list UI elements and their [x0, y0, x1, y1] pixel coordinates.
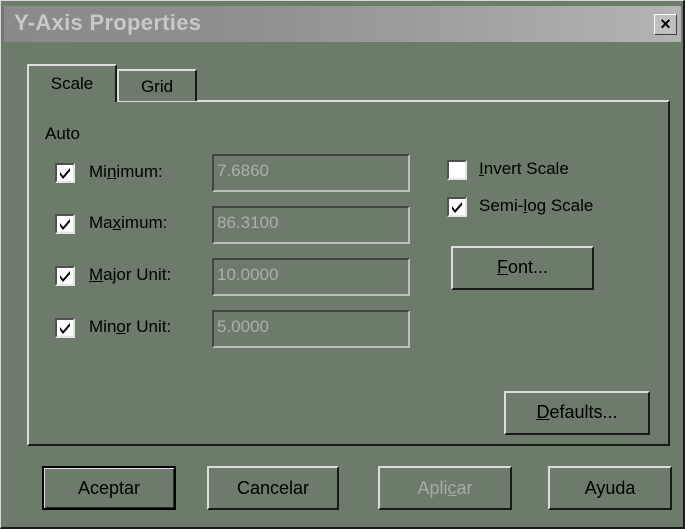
y-axis-properties-dialog: Y-Axis Properties × Scale Grid Auto Mini…: [0, 0, 685, 529]
major-unit-label: Major Unit:: [89, 265, 172, 284]
apply-button[interactable]: Aplicar: [378, 466, 512, 510]
window-title: Y-Axis Properties: [14, 10, 202, 35]
font-button[interactable]: Font...: [451, 246, 594, 290]
invert-scale-label: Invert Scale: [479, 159, 569, 178]
minor-unit-input[interactable]: 5.0000: [212, 310, 410, 348]
accept-button[interactable]: Aceptar: [42, 466, 176, 510]
major-unit-input[interactable]: 10.0000: [212, 258, 410, 296]
tab-scale[interactable]: Scale: [27, 64, 117, 102]
checkmark-icon: [60, 219, 70, 230]
close-button[interactable]: ×: [654, 14, 677, 35]
major-unit-auto-checkbox[interactable]: [55, 266, 75, 286]
semilog-scale-checkbox[interactable]: [447, 197, 467, 217]
minimum-label: Minimum:: [89, 162, 163, 181]
active-tab-joiner: [29, 100, 115, 103]
title-bar[interactable]: Y-Axis Properties ×: [4, 6, 681, 42]
tab-grid[interactable]: Grid: [117, 69, 197, 101]
minimum-auto-checkbox[interactable]: [55, 163, 75, 183]
tab-scale-label: Scale: [50, 74, 94, 93]
tab-grid-label: Grid: [140, 77, 174, 96]
checkmark-icon: [60, 323, 70, 334]
invert-scale-checkbox[interactable]: [447, 160, 467, 180]
checkmark-icon: [452, 202, 462, 213]
auto-label: Auto: [45, 124, 80, 143]
maximum-label: Maximum:: [89, 213, 168, 232]
cancel-button[interactable]: Cancelar: [207, 466, 339, 510]
minimum-input[interactable]: 7.6860: [212, 154, 410, 192]
checkmark-icon: [60, 271, 70, 282]
maximum-input[interactable]: 86.3100: [212, 206, 410, 244]
maximum-auto-checkbox[interactable]: [55, 214, 75, 234]
minor-unit-label: Minor Unit:: [89, 317, 172, 336]
defaults-button[interactable]: Defaults...: [504, 391, 650, 435]
help-button[interactable]: Ayuda: [548, 466, 672, 510]
close-icon: ×: [660, 14, 671, 34]
semilog-scale-label: Semi-log Scale: [479, 196, 594, 215]
minor-unit-auto-checkbox[interactable]: [55, 318, 75, 338]
checkmark-icon: [60, 168, 70, 179]
